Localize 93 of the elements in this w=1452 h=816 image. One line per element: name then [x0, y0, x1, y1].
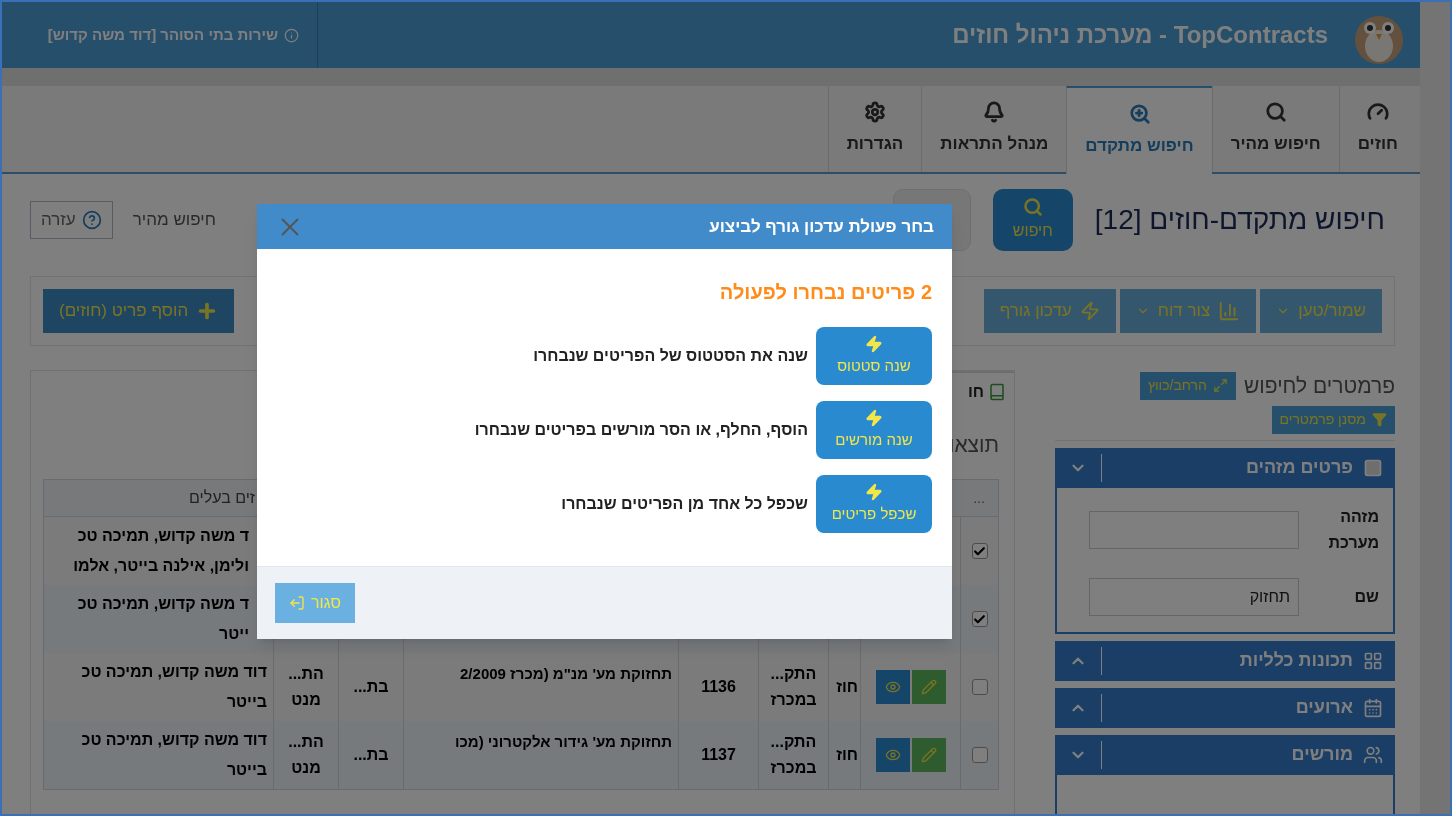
add-item-button[interactable]: הוסף פריט (חוזים) — [43, 289, 235, 333]
action-description: הוסף, החלף, או הסר מורשים בפריטים שנבחרו — [474, 420, 808, 440]
help-button[interactable]: עזרה — [30, 201, 113, 239]
table-cell-text: תחזוקת מע' מנ"מ (מכרז 2/2009 — [460, 664, 672, 684]
table-cell-text: בייטר — [225, 692, 267, 712]
table-cell-text: 1137 — [701, 745, 736, 765]
row-checkbox[interactable] — [971, 679, 988, 695]
exit-icon — [289, 595, 305, 611]
page-title: חיפוש מתקדם-חוזים [12] — [1094, 203, 1385, 237]
close-button[interactable]: סגור — [275, 583, 355, 623]
edit-button[interactable] — [911, 738, 946, 772]
eye-icon — [884, 747, 901, 763]
app-title: TopContracts - מערכת ניהול חוזים — [952, 20, 1328, 50]
text-field[interactable] — [1089, 510, 1299, 549]
table-cell-text: ד משה קדוש, תמיכה טכ — [77, 594, 249, 614]
lightning-icon — [865, 408, 883, 427]
grid-icon — [1363, 650, 1383, 671]
table-cell-text: דוד משה קדוש, תמיכה טכ — [81, 730, 267, 750]
params-title: פרמטרים לחיפוש — [1243, 373, 1395, 399]
filter-icon — [1372, 412, 1387, 427]
table-cell-text: חוז — [836, 677, 859, 697]
action-description: שכפל כל אחד מן הפריטים שנבחרו — [561, 494, 808, 514]
lightning-icon — [1079, 301, 1100, 321]
expand-icon — [1212, 378, 1228, 394]
toolbar-button[interactable]: צור דוח — [1119, 289, 1257, 333]
column-header: ... — [972, 488, 986, 508]
search-icon — [1022, 197, 1043, 217]
nav-tab[interactable]: חוזים — [1338, 86, 1416, 172]
bell-icon — [983, 101, 1006, 124]
table-cell-text: ד משה קדוש, תמיכה טכ — [76, 526, 249, 546]
dialog-title: בחר פעולת עדכון גורף לביצוע — [709, 215, 934, 238]
users-icon — [1363, 744, 1383, 765]
table-cell-text: במכרז — [770, 690, 817, 710]
accordion-header[interactable]: פרטים מזהים — [1055, 447, 1395, 488]
table-cell-text: בת... — [353, 745, 389, 765]
pencil-icon — [920, 747, 937, 763]
help-icon — [81, 210, 102, 230]
table-cell-text: מנט — [290, 758, 322, 778]
nav-tab[interactable]: חיפוש מתקדם — [1066, 86, 1212, 174]
lightning-icon — [865, 482, 883, 501]
table-cell-text: התק... — [770, 664, 817, 684]
table-cell-text: 1136 — [701, 677, 736, 697]
search-button[interactable]: חיפוש — [992, 189, 1073, 251]
dialog-heading: 2 פריטים נבחרו לפעולה — [718, 280, 932, 305]
text-field[interactable]: תחזוק — [1089, 577, 1299, 616]
table-cell-text: הת... — [288, 664, 324, 684]
table-cell-text: הת... — [288, 732, 324, 752]
pencil-icon — [920, 679, 937, 695]
search-icon — [1264, 101, 1287, 124]
edit-button[interactable] — [911, 670, 946, 704]
lightning-icon — [865, 334, 883, 353]
column-header: זים בעלים — [188, 488, 255, 508]
info-icon — [284, 27, 299, 43]
chart-icon — [1218, 300, 1241, 322]
action-button[interactable]: שכפל פריטים — [816, 475, 932, 533]
book-icon — [988, 383, 1006, 401]
nav-tab[interactable]: הגדרות — [827, 86, 922, 172]
calendar-icon — [1363, 697, 1383, 718]
table-cell-text: דוד משה קדוש, תמיכה טכ — [81, 662, 267, 682]
row-checkbox[interactable] — [971, 747, 988, 763]
user-label: שירות בתי הסוהר [דוד משה קדוש] — [47, 24, 278, 45]
table-cell-text: חוז — [836, 745, 859, 765]
action-button[interactable]: שנה מורשים — [816, 401, 932, 459]
accordion-header[interactable]: ארועים — [1055, 687, 1395, 728]
table-cell-text: במכרז — [770, 758, 817, 778]
table-cell-text: בייטר — [225, 760, 267, 780]
tab-label: חו — [967, 382, 984, 402]
field-label: שם — [1353, 586, 1379, 607]
table-cell-text: ייטר — [218, 624, 249, 644]
square-icon — [1363, 457, 1383, 478]
view-button[interactable] — [875, 670, 910, 704]
action-button[interactable]: שנה סטטוס — [816, 327, 932, 385]
table-cell-text: בת... — [353, 677, 389, 697]
expand-button[interactable]: הרחב/כווץ — [1139, 371, 1236, 400]
table-cell-text: תחזוקת מע' גידור אלקטרוני (מכו — [454, 732, 672, 752]
quick-search-label: חיפוש מהיר — [132, 209, 216, 232]
filter-params-button[interactable]: מסנן פרמטרים — [1271, 405, 1395, 434]
row-checkbox[interactable] — [971, 611, 988, 627]
accordion-header[interactable]: תכונות כלליות — [1055, 640, 1395, 681]
row-checkbox[interactable] — [971, 543, 988, 559]
zoom-in-icon — [1128, 103, 1151, 126]
table-cell-text: ולימן, אילנה בייטר, אלמו — [73, 556, 249, 576]
toolbar-button[interactable]: שמור/טען — [1260, 289, 1382, 333]
accordion-header[interactable]: מורשים — [1055, 734, 1395, 775]
nav-tab[interactable]: מנהל התראות — [921, 86, 1067, 172]
action-description: שנה את הסטטוס של הפריטים שנבחרו — [533, 346, 808, 366]
table-cell-text: התק... — [770, 732, 817, 752]
table-cell-text: מנט — [290, 690, 322, 710]
eye-icon — [884, 679, 901, 695]
toolbar-button[interactable]: עדכון גורף — [983, 289, 1116, 333]
settings-icon — [864, 101, 886, 124]
field-label: מזהה מערכת — [1327, 506, 1379, 553]
view-button[interactable] — [875, 738, 910, 772]
